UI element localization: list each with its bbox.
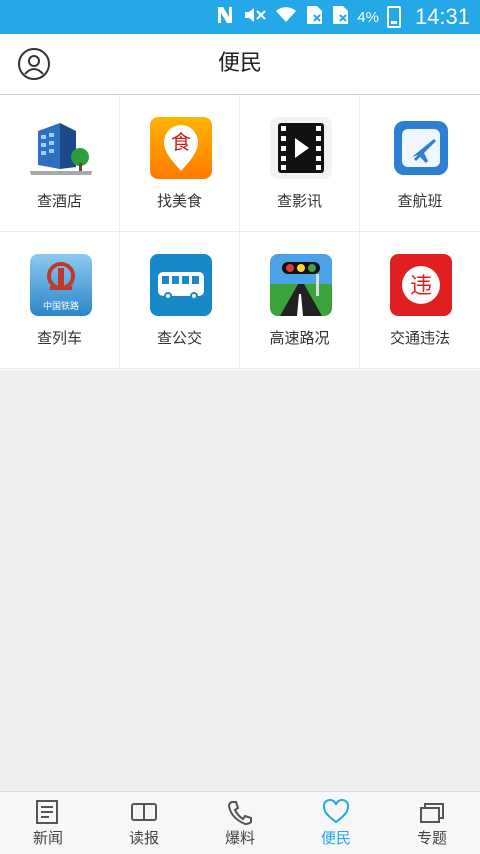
tab-news[interactable]: 新闻 (0, 792, 96, 854)
tab-label: 爆料 (224, 829, 255, 847)
tab-report[interactable]: 爆料 (192, 792, 288, 854)
battery-percent: 4% (357, 8, 379, 26)
railway-text: 中国铁路 (43, 300, 79, 312)
food-icon: 食 (150, 117, 212, 179)
news-icon (36, 800, 58, 824)
bottom-tab-bar: 新闻 读报 爆料 便民 专题 (0, 791, 480, 854)
hotel-icon (30, 117, 92, 179)
tab-label: 专题 (416, 829, 447, 847)
traffic-light-icon (270, 254, 332, 316)
movie-icon (270, 117, 332, 179)
newspaper-icon (131, 803, 157, 821)
violation-icon: 违 (390, 254, 452, 316)
service-label: 查公交 (156, 329, 202, 347)
stack-icon (420, 803, 444, 823)
service-bus[interactable]: 查公交 (120, 232, 240, 369)
app-bar: 便民 (0, 34, 480, 95)
service-label: 找美食 (156, 192, 202, 210)
service-label: 查酒店 (36, 192, 82, 210)
clock: 14:31 (414, 4, 470, 29)
service-train[interactable]: 中国铁路 查列车 (0, 232, 120, 369)
tab-topics[interactable]: 专题 (384, 792, 480, 854)
status-icons: 4% 14:31 (215, 0, 470, 34)
violation-char: 违 (410, 274, 432, 299)
battery-icon (386, 6, 401, 28)
heart-icon (322, 798, 350, 824)
flight-icon (390, 117, 452, 179)
sim1-icon (305, 5, 323, 29)
service-highway[interactable]: 高速路况 (240, 232, 360, 369)
service-label: 交通违法 (389, 329, 450, 347)
mute-icon (243, 5, 267, 29)
wifi-icon (275, 6, 297, 28)
service-label: 查航班 (397, 192, 443, 210)
status-bar: 4% 14:31 (0, 0, 480, 34)
tab-newspaper[interactable]: 读报 (96, 792, 192, 854)
service-grid: 查酒店 食 找美食 查影讯 查航班 中国铁路 查列车 查公交 高速路况 违 交通… (0, 95, 480, 370)
service-violation[interactable]: 违 交通违法 (360, 232, 480, 369)
tab-label: 便民 (320, 829, 351, 847)
phone-icon (227, 801, 252, 826)
service-label: 高速路况 (269, 329, 330, 347)
sim2-icon (331, 5, 349, 29)
page-title: 便民 (217, 51, 262, 76)
service-flight[interactable]: 查航班 (360, 95, 480, 232)
service-label: 查影讯 (276, 192, 322, 210)
tab-label: 新闻 (32, 829, 63, 847)
service-label: 查列车 (36, 329, 82, 347)
food-char: 食 (171, 130, 191, 154)
tab-convenience[interactable]: 便民 (288, 792, 384, 854)
service-food[interactable]: 食 找美食 (120, 95, 240, 232)
service-hotel[interactable]: 查酒店 (0, 95, 120, 232)
train-icon: 中国铁路 (30, 254, 92, 316)
nfc-icon (215, 5, 235, 29)
service-movie[interactable]: 查影讯 (240, 95, 360, 232)
tab-label: 读报 (128, 829, 159, 847)
bus-icon (150, 254, 212, 316)
